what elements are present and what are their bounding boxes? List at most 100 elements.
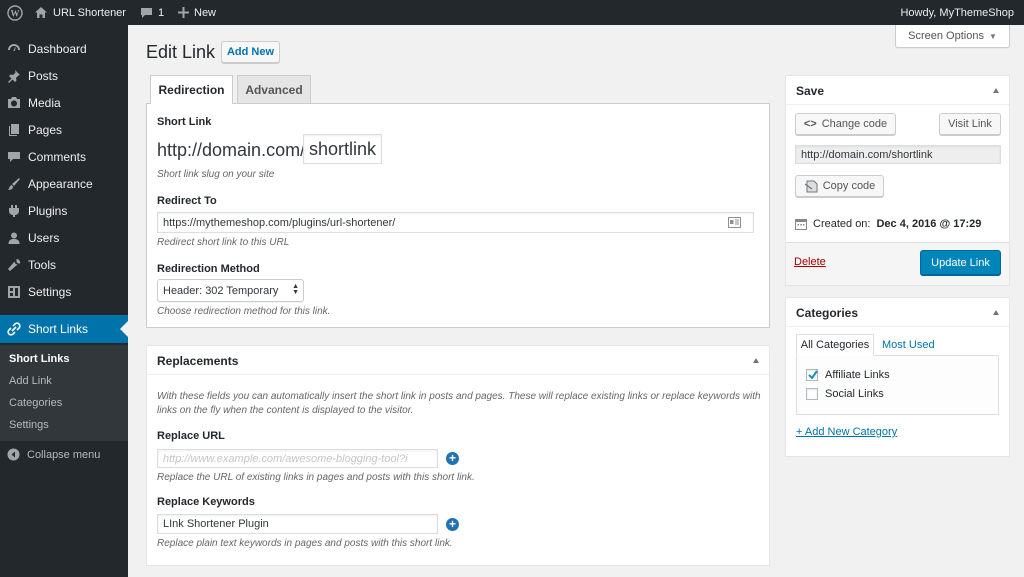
link-icon [7, 322, 21, 336]
submenu-item-settings[interactable]: Settings [9, 419, 49, 431]
submenu-item-categories[interactable]: Categories [9, 397, 62, 409]
copy-code-button[interactable]: Copy code [795, 175, 884, 197]
sidebar-item-plugins[interactable]: Plugins [0, 197, 128, 224]
comment-icon [141, 7, 152, 18]
media-icon [8, 96, 20, 108]
settings-icon [8, 285, 20, 298]
submenu: Short Links Add Link Categories Settings [0, 345, 128, 441]
plus-icon [178, 7, 189, 18]
page-title: Edit Link [146, 42, 216, 62]
replace-url-input[interactable]: http://www.example.com/awesome-blogging-… [157, 449, 438, 468]
howdy-account-link[interactable]: Howdy, MyThemeShop [900, 0, 1014, 25]
tab-redirection[interactable]: Redirection [150, 75, 233, 104]
clipboard-icon [804, 180, 818, 193]
change-code-button[interactable]: <> Change code [795, 113, 896, 135]
plugin-icon [9, 204, 19, 217]
code-brackets-icon: <> [803, 118, 817, 130]
checkmark-icon [808, 370, 818, 380]
save-actions: Delete Update Link [786, 242, 1009, 285]
dashboard-icon [8, 43, 20, 51]
contact-card-icon [728, 217, 741, 228]
redirect-to-label: Redirect To [157, 195, 217, 207]
new-content-link[interactable]: New [178, 0, 216, 25]
redirect-to-input[interactable]: https://mythemeshop.com/plugins/url-shor… [157, 212, 754, 233]
redirection-method-label: Redirection Method [157, 263, 260, 275]
sidebar-item-dashboard[interactable]: Dashboard [0, 35, 128, 62]
collapse-toggle-icon[interactable] [993, 88, 999, 93]
sidebar-item-appearance[interactable]: Appearance [0, 170, 128, 197]
comment-icon [8, 151, 20, 162]
tab-most-used[interactable]: Most Used [882, 339, 935, 351]
collapse-arrow-icon [7, 448, 20, 461]
sidebar-item-users[interactable]: Users [0, 224, 128, 251]
brush-icon [8, 177, 20, 190]
calendar-icon [795, 219, 807, 230]
sidebar-item-settings[interactable]: Settings [0, 278, 128, 305]
submenu-item-short-links[interactable]: Short Links [9, 353, 70, 365]
collapse-menu-button[interactable]: Collapse menu [0, 441, 128, 468]
save-box-header[interactable]: Save [786, 76, 1009, 105]
visit-link-button[interactable]: Visit Link [939, 113, 1001, 135]
active-menu-arrow [120, 321, 128, 337]
delete-link[interactable]: Delete [794, 256, 826, 268]
comments-link[interactable]: 1 [140, 0, 164, 25]
select-arrows-icon: ▲ ▼ [292, 283, 299, 296]
wordpress-logo-icon[interactable]: W [7, 0, 23, 25]
replace-keywords-input[interactable]: LInk Shortener Plugin [157, 514, 438, 534]
social-checkbox[interactable] [806, 388, 818, 400]
tab-advanced[interactable]: Advanced [237, 75, 311, 103]
sidebar-item-comments[interactable]: Comments [0, 143, 128, 170]
replacements-title: Replacements [157, 354, 239, 368]
short-link-slug-input[interactable]: shortlink [303, 134, 382, 164]
sidebar-item-media[interactable]: Media [0, 89, 128, 116]
replace-keywords-label: Replace Keywords [157, 496, 255, 508]
new-label: New [194, 6, 217, 19]
site-name-link[interactable]: URL Shortener [34, 0, 126, 25]
sidebar-item-pages[interactable]: Pages [0, 116, 128, 143]
categories-title: Categories [796, 306, 859, 320]
admin-sidebar: Dashboard Posts Media Pages Comments App… [0, 25, 128, 577]
short-link-label: Short Link [157, 116, 212, 128]
redirection-panel: Short Link http://domain.com/ shortlink … [146, 103, 770, 328]
pin-icon [8, 69, 20, 83]
submenu-item-add-link[interactable]: Add Link [9, 375, 52, 387]
redirect-to-desc: Redirect short link to this URL [157, 237, 290, 248]
comments-count: 1 [158, 6, 165, 19]
wrench-icon [8, 258, 21, 271]
redirection-method-select[interactable]: Header: 302 Temporary ▲ ▼ [157, 279, 304, 302]
category-item-social[interactable]: Social Links [806, 388, 884, 400]
screen-options-label: Screen Options [908, 30, 984, 42]
category-item-affiliate[interactable]: Affiliate Links [806, 369, 890, 381]
collapse-toggle-icon[interactable] [993, 310, 999, 315]
pages-icon [9, 123, 19, 136]
tab-all-categories[interactable]: All Categories [796, 334, 874, 356]
redirection-method-desc: Choose redirection method for this link. [157, 306, 331, 317]
sidebar-item-posts[interactable]: Posts [0, 62, 128, 89]
created-value: Dec 4, 2016 @ 17:29 [876, 218, 982, 230]
add-keyword-icon[interactable]: + [446, 518, 459, 531]
screen-options-button[interactable]: Screen Options ▼ [895, 25, 1010, 48]
short-link-desc: Short link slug on your site [157, 169, 275, 180]
collapse-toggle-icon[interactable] [753, 358, 759, 363]
domain-prefix: http://domain.com/ [157, 140, 306, 160]
home-icon [35, 7, 47, 18]
add-new-category-link[interactable]: + Add New Category [796, 426, 897, 438]
save-box: Save <> Change code Visit Link http://do… [785, 75, 1010, 286]
replace-url-label: Replace URL [157, 430, 225, 442]
affiliate-checkbox[interactable] [806, 369, 818, 381]
categories-header[interactable]: Categories [786, 298, 1009, 327]
howdy-text: Howdy, MyThemeShop [900, 6, 1014, 19]
update-link-button[interactable]: Update Link [920, 250, 1001, 275]
site-name: URL Shortener [53, 6, 126, 19]
svg-text:W: W [11, 8, 20, 18]
add-url-icon[interactable]: + [446, 452, 459, 465]
replacements-header[interactable]: Replacements [147, 346, 769, 375]
add-new-button[interactable]: Add New [221, 41, 280, 63]
sidebar-item-short-links[interactable]: Short Links [0, 315, 128, 343]
categories-box: Categories All Categories Most Used Affi… [785, 297, 1010, 457]
admin-bar: W URL Shortener 1 New Howdy, MyThemeShop [0, 0, 1024, 25]
sidebar-item-tools[interactable]: Tools [0, 251, 128, 278]
replace-keywords-desc: Replace plain text keywords in pages and… [157, 538, 453, 549]
short-url-field[interactable]: http://domain.com/shortlink [795, 145, 1001, 164]
save-title: Save [796, 84, 825, 98]
